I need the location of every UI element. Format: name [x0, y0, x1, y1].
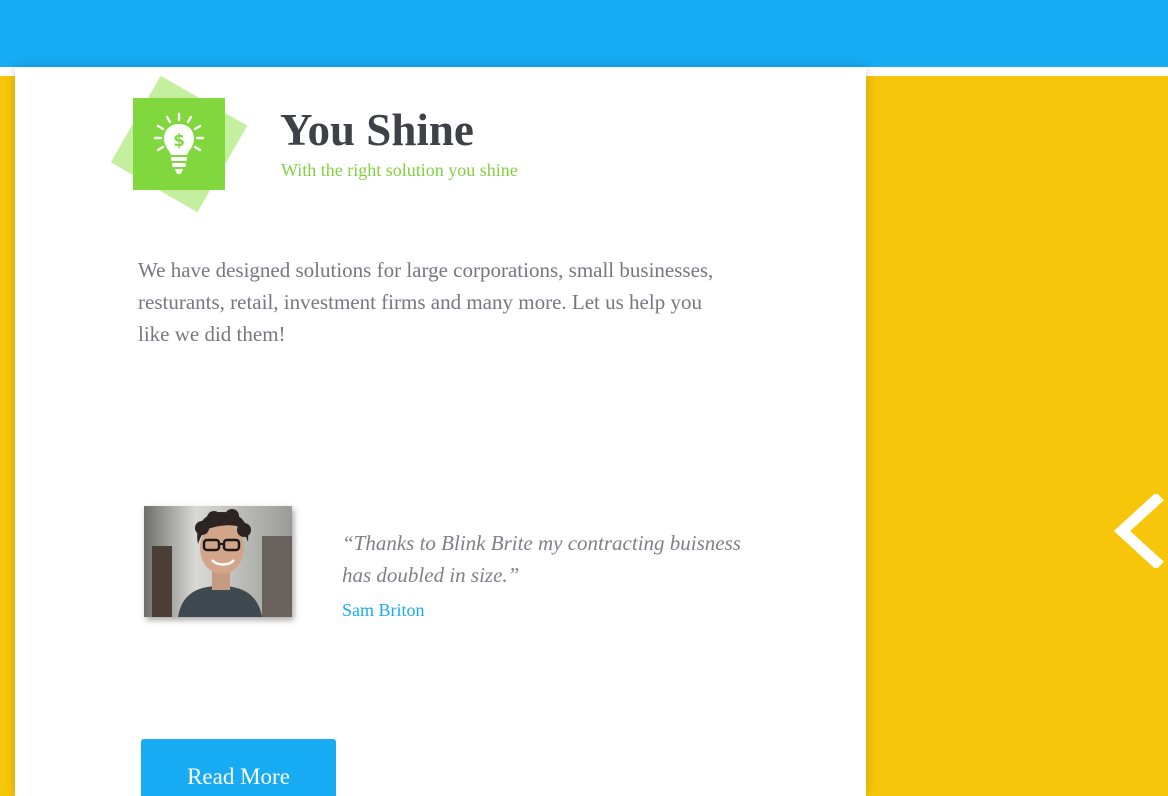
read-more-button[interactable]: Read More: [141, 739, 336, 796]
chevron-left-icon[interactable]: [1112, 492, 1168, 570]
top-bar: [0, 0, 1168, 67]
feature-subtitle: With the right solution you shine: [281, 160, 518, 180]
feature-icon-badge: $: [110, 75, 248, 213]
lightbulb-dollar-icon: $: [133, 98, 225, 190]
feature-title: You Shine: [280, 105, 474, 155]
svg-text:$: $: [173, 131, 185, 151]
testimonial-quote: “Thanks to Blink Brite my contracting bu…: [342, 531, 741, 587]
feature-description: We have designed solutions for large cor…: [138, 258, 714, 346]
page: $ You Shine With the right solution you …: [0, 0, 1168, 796]
testimonial-avatar: [144, 506, 292, 617]
testimonial-author: Sam Briton: [342, 600, 425, 620]
